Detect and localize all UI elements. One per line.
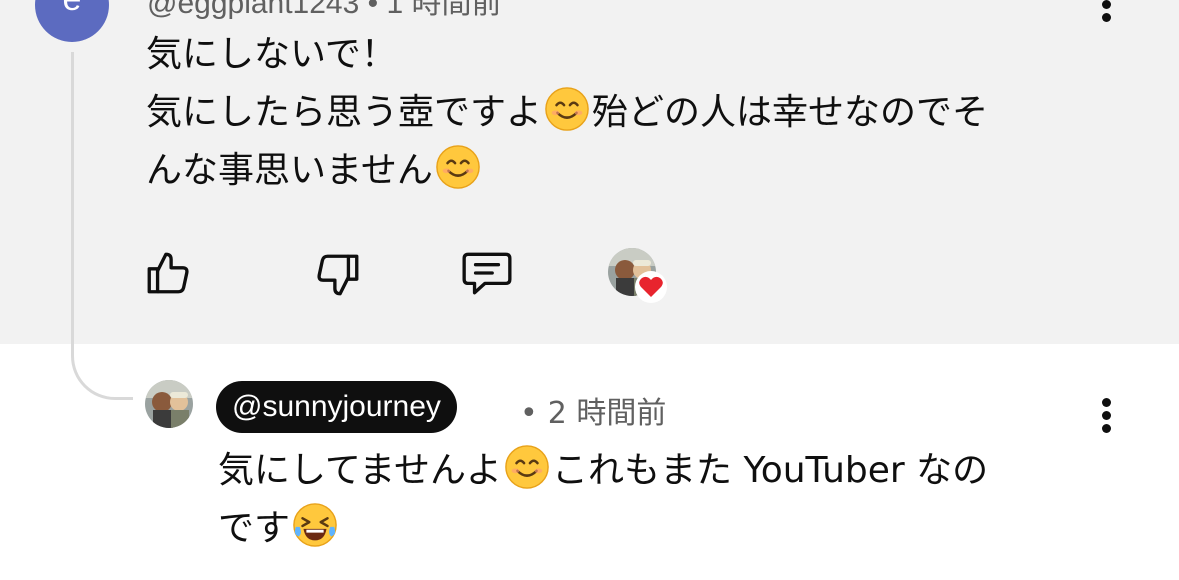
smiling-face-icon	[545, 87, 589, 131]
parent-line-1: 気にしないで！	[146, 34, 397, 75]
like-button[interactable]	[143, 248, 193, 298]
parent-line-3: んな事思いません	[146, 142, 988, 200]
parent-line-2: 気にしたら思う壺ですよ 殆どの人は幸せなのでそ	[146, 84, 988, 142]
parent-author-handle[interactable]: @eggplant1243	[147, 0, 359, 20]
reply-author-avatar[interactable]	[145, 380, 193, 428]
reply-more-options-button[interactable]	[1096, 398, 1116, 438]
reply-comment-body: 気にしてませんよ これもまた YouTuber なの です	[218, 442, 988, 558]
thumbs-down-icon	[317, 254, 359, 296]
reply-thread-line	[71, 52, 133, 400]
reply-meta: • 2 時間前	[520, 388, 666, 432]
parent-comment-header: @eggplant1243 • 1 時間前	[147, 0, 502, 22]
parent-separator: •	[367, 0, 379, 20]
reply-comment-icon	[462, 252, 512, 295]
reply-timestamp: 2 時間前	[547, 396, 667, 431]
reply-line-1-text: 気にしてませんよ	[218, 450, 503, 491]
reply-separator: •	[520, 396, 538, 431]
parent-timestamp: 1 時間前	[386, 0, 502, 20]
parent-line-3-text: んな事思いません	[146, 150, 433, 191]
reply-author-handle[interactable]: @sunnyjourney	[216, 381, 457, 433]
parent-comment-body: 気にしないで！ 気にしたら思う壺ですよ 殆どの人は幸せなのでそ んな事思いません	[146, 26, 988, 200]
creator-heart[interactable]	[608, 248, 672, 304]
parent-more-options-button[interactable]	[1096, 0, 1116, 40]
laughing-tears-face-icon	[293, 503, 337, 547]
reply-line-2-text: です	[218, 508, 291, 549]
parent-line-2-text: 気にしたら思う壺ですよ	[146, 92, 543, 133]
reply-author-photo-icon	[145, 380, 193, 428]
parent-line-2-continued: 殆どの人は幸せなのでそ	[592, 92, 989, 133]
reply-line-2: です	[218, 500, 988, 558]
creator-heart-icon	[635, 271, 667, 303]
smiling-face-icon	[436, 145, 480, 189]
thumbs-up-icon	[147, 252, 189, 294]
smiling-face-icon	[505, 445, 549, 489]
avatar-letter: e	[63, 0, 82, 18]
reply-line-1: 気にしてませんよ これもまた YouTuber なの	[218, 442, 988, 500]
reply-button[interactable]	[460, 248, 514, 298]
reply-line-1-continued: これもまた YouTuber なの	[552, 450, 989, 491]
dislike-button[interactable]	[313, 250, 363, 300]
